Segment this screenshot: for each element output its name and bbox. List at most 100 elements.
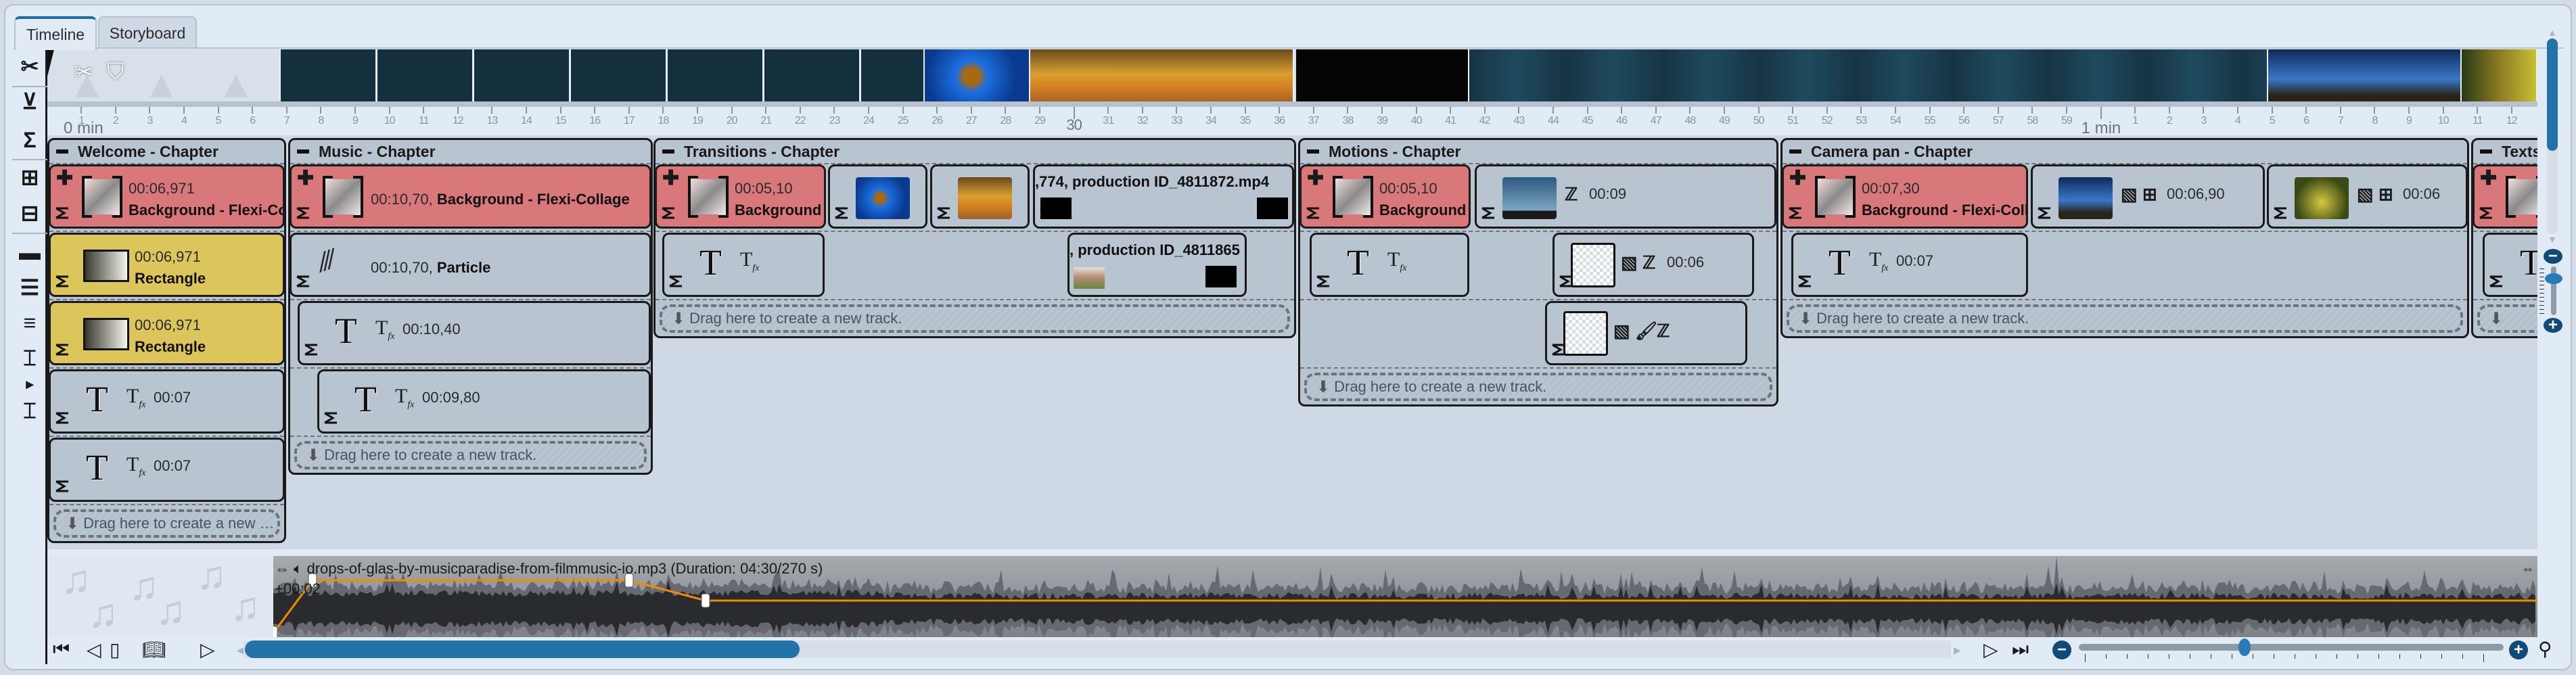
effects-icon[interactable]	[1316, 275, 1331, 291]
bookmark-icon[interactable]: 📖︎	[142, 638, 166, 661]
clip-image[interactable]: ▧ ⊞ 00:06	[2267, 164, 2468, 229]
clip-image[interactable]: ℤ 00:09	[1475, 164, 1776, 229]
effects-icon[interactable]	[55, 275, 70, 291]
preview-clip-icon[interactable]: ▷	[200, 638, 215, 661]
clip-image[interactable]: ▧ ⊞ 00:06,90	[2031, 164, 2265, 229]
marker-icon[interactable]: ⛉	[107, 59, 124, 85]
filmstrip-frame-autumn-forest[interactable]	[1030, 49, 1294, 103]
horizontal-scroll-thumb[interactable]	[245, 641, 800, 658]
zoom-slider[interactable]	[2079, 638, 2504, 656]
go-to-start-icon[interactable]: ⏮	[53, 638, 70, 661]
effects-icon[interactable]	[55, 412, 70, 427]
add-icon[interactable]: ✚	[662, 166, 679, 190]
brush-icon[interactable]: 🖌︎	[1635, 321, 1657, 342]
drop-zone-new-track[interactable]: ⬇ Drag here to create a new track.	[53, 509, 280, 538]
effects-icon[interactable]	[936, 207, 951, 223]
text-effect-icon[interactable]: Tfx	[395, 385, 414, 411]
chapter-header[interactable]: Camera pan - Chapter	[1782, 140, 2467, 164]
clip-image[interactable]	[828, 164, 927, 229]
chapter-header[interactable]: Motions - Chapter	[1300, 140, 1776, 164]
effects-icon[interactable]	[661, 207, 676, 223]
effects-icon[interactable]	[1797, 275, 1812, 291]
cut-tracks-icon[interactable]: ✂	[16, 53, 43, 80]
clip-text[interactable]: T Tfx 00:09,80	[317, 369, 651, 434]
clip-image[interactable]: ▧ ℤ 00:06	[1552, 233, 1754, 297]
camera-pan-icon[interactable]: ⊞	[2142, 184, 2157, 205]
expand-arrow-icon[interactable]: ▸	[16, 371, 43, 398]
clip-text[interactable]: T Tfx 00:07	[49, 438, 285, 502]
text-effect-icon[interactable]: Tfx	[127, 453, 145, 479]
scroll-up-icon[interactable]: ▲	[2548, 27, 2557, 38]
collapse-icon[interactable]	[2480, 149, 2492, 154]
go-to-end-icon[interactable]: ⏭	[2012, 638, 2029, 661]
insert-marker-icon[interactable]: ⊻	[16, 88, 43, 115]
add-icon[interactable]: ✚	[1789, 166, 1806, 190]
clip-background[interactable]: ✚ 00:06,971 Background - Flexi-Collage	[49, 164, 285, 229]
resize-handle-icon[interactable]: ⇔	[2521, 561, 2535, 577]
collapse-icon[interactable]	[297, 149, 309, 154]
effects-icon[interactable]	[296, 207, 310, 223]
effects-icon[interactable]	[2273, 207, 2288, 223]
collapse-icon[interactable]	[1789, 149, 1801, 154]
zoom-out-button[interactable]: −	[2052, 641, 2071, 659]
transition-icon[interactable]: ▧	[2121, 184, 2138, 205]
add-icon[interactable]: ✚	[1307, 166, 1324, 190]
clip-particle[interactable]: ⁄⁄⁄ 00:10,70, Particle	[290, 233, 651, 297]
filmstrip-frame-teal-background[interactable]	[1469, 49, 2268, 103]
clip-text[interactable]: TTfx	[1310, 233, 1469, 297]
effects-icon[interactable]: Σ	[16, 126, 43, 154]
effects-icon[interactable]	[834, 207, 849, 223]
transition-icon[interactable]: ▧	[1621, 252, 1638, 273]
clip-rectangle[interactable]: 00:06,971 Rectangle	[49, 301, 285, 365]
effects-icon[interactable]	[1306, 207, 1320, 223]
filmstrip-frame-blue-butterflies[interactable]	[2268, 49, 2462, 103]
drop-zone-new-track[interactable]: ⬇	[2477, 304, 2537, 333]
clip-video[interactable]: , production ID_4811865	[1067, 233, 1247, 297]
transition-icon[interactable]: ▧	[1613, 321, 1630, 342]
vertical-scrollbar[interactable]: ▲ ▼	[2546, 27, 2558, 245]
effects-icon[interactable]	[1788, 207, 1803, 223]
expand-all-icon[interactable]: ⊞	[16, 164, 43, 191]
volume-handle[interactable]	[701, 593, 710, 608]
effects-icon[interactable]	[2489, 275, 2504, 291]
text-effect-icon[interactable]: Tfx	[375, 317, 394, 342]
clip-video[interactable]: ,774, production ID_4811872.mp4	[1033, 164, 1294, 229]
chapter-header[interactable]: Texts - Chapter	[2473, 140, 2537, 164]
fit-height-icon[interactable]: ⌶	[16, 345, 43, 372]
tab-timeline[interactable]: Timeline	[14, 16, 97, 50]
camera-pan-icon[interactable]: ⊞	[2378, 184, 2393, 205]
scroll-thumb[interactable]	[2547, 39, 2558, 151]
effects-icon[interactable]	[1481, 207, 1496, 223]
film-strip-icon[interactable]: ▬	[16, 239, 43, 266]
filmstrip-frame-forest-light[interactable]	[2462, 49, 2537, 103]
clip-background[interactable]: ✚ 00:05,10 Background	[1300, 164, 1471, 229]
clip-background[interactable]: ✚	[2472, 164, 2537, 229]
volume-handle[interactable]	[273, 626, 278, 637]
zoom-in-button[interactable]: +	[2509, 641, 2528, 659]
clip-background[interactable]: ✚ 00:10,70, Background - Flexi-Collage	[290, 164, 651, 229]
time-ruler[interactable]: 1 2 3 4 5 6 7 8 9 10 11 12 13 14 15 16 17 18 19 20 21 22 23 24 2…	[47, 107, 2537, 137]
scroll-down-icon[interactable]: ▼	[2548, 234, 2557, 245]
clip-text[interactable]: TTfx	[2483, 233, 2537, 297]
align-left-icon[interactable]: ☰	[16, 274, 43, 301]
effects-icon[interactable]	[55, 207, 70, 223]
align-center-icon[interactable]: ≡	[16, 309, 43, 336]
text-effect-icon[interactable]: Tfx	[1387, 248, 1406, 274]
drop-zone-new-track[interactable]: ⬇ Drag here to create a new track.	[294, 441, 647, 469]
transition-icon[interactable]: ▧	[2357, 184, 2374, 205]
effects-icon[interactable]	[296, 275, 310, 291]
previous-marker-icon[interactable]: ◁	[87, 638, 101, 661]
audio-clip[interactable]: ⇔ 🔈︎ drops-of-glas-by-musicparadise-from…	[273, 556, 2537, 637]
effects-icon[interactable]	[668, 275, 683, 291]
drop-zone-new-track[interactable]: ⬇ Drag here to create a new track.	[1304, 373, 1772, 401]
effects-icon[interactable]	[304, 344, 319, 359]
effects-icon[interactable]	[323, 412, 338, 427]
resize-handle-icon[interactable]: ⇔	[275, 560, 290, 577]
clip-background[interactable]: ✚ 00:05,10 Background	[655, 164, 826, 229]
fit-selection-icon[interactable]: ▯	[110, 638, 120, 661]
clip-background[interactable]: ✚ 00:07,30 Background - Flexi-Collage	[1782, 164, 2028, 229]
effects-icon[interactable]	[55, 344, 70, 359]
clip-text[interactable]: T Tfx 00:07	[49, 369, 285, 434]
filmstrip-frame-title-slide[interactable]	[281, 49, 925, 103]
scroll-right-icon[interactable]: ▶	[1954, 645, 1961, 656]
